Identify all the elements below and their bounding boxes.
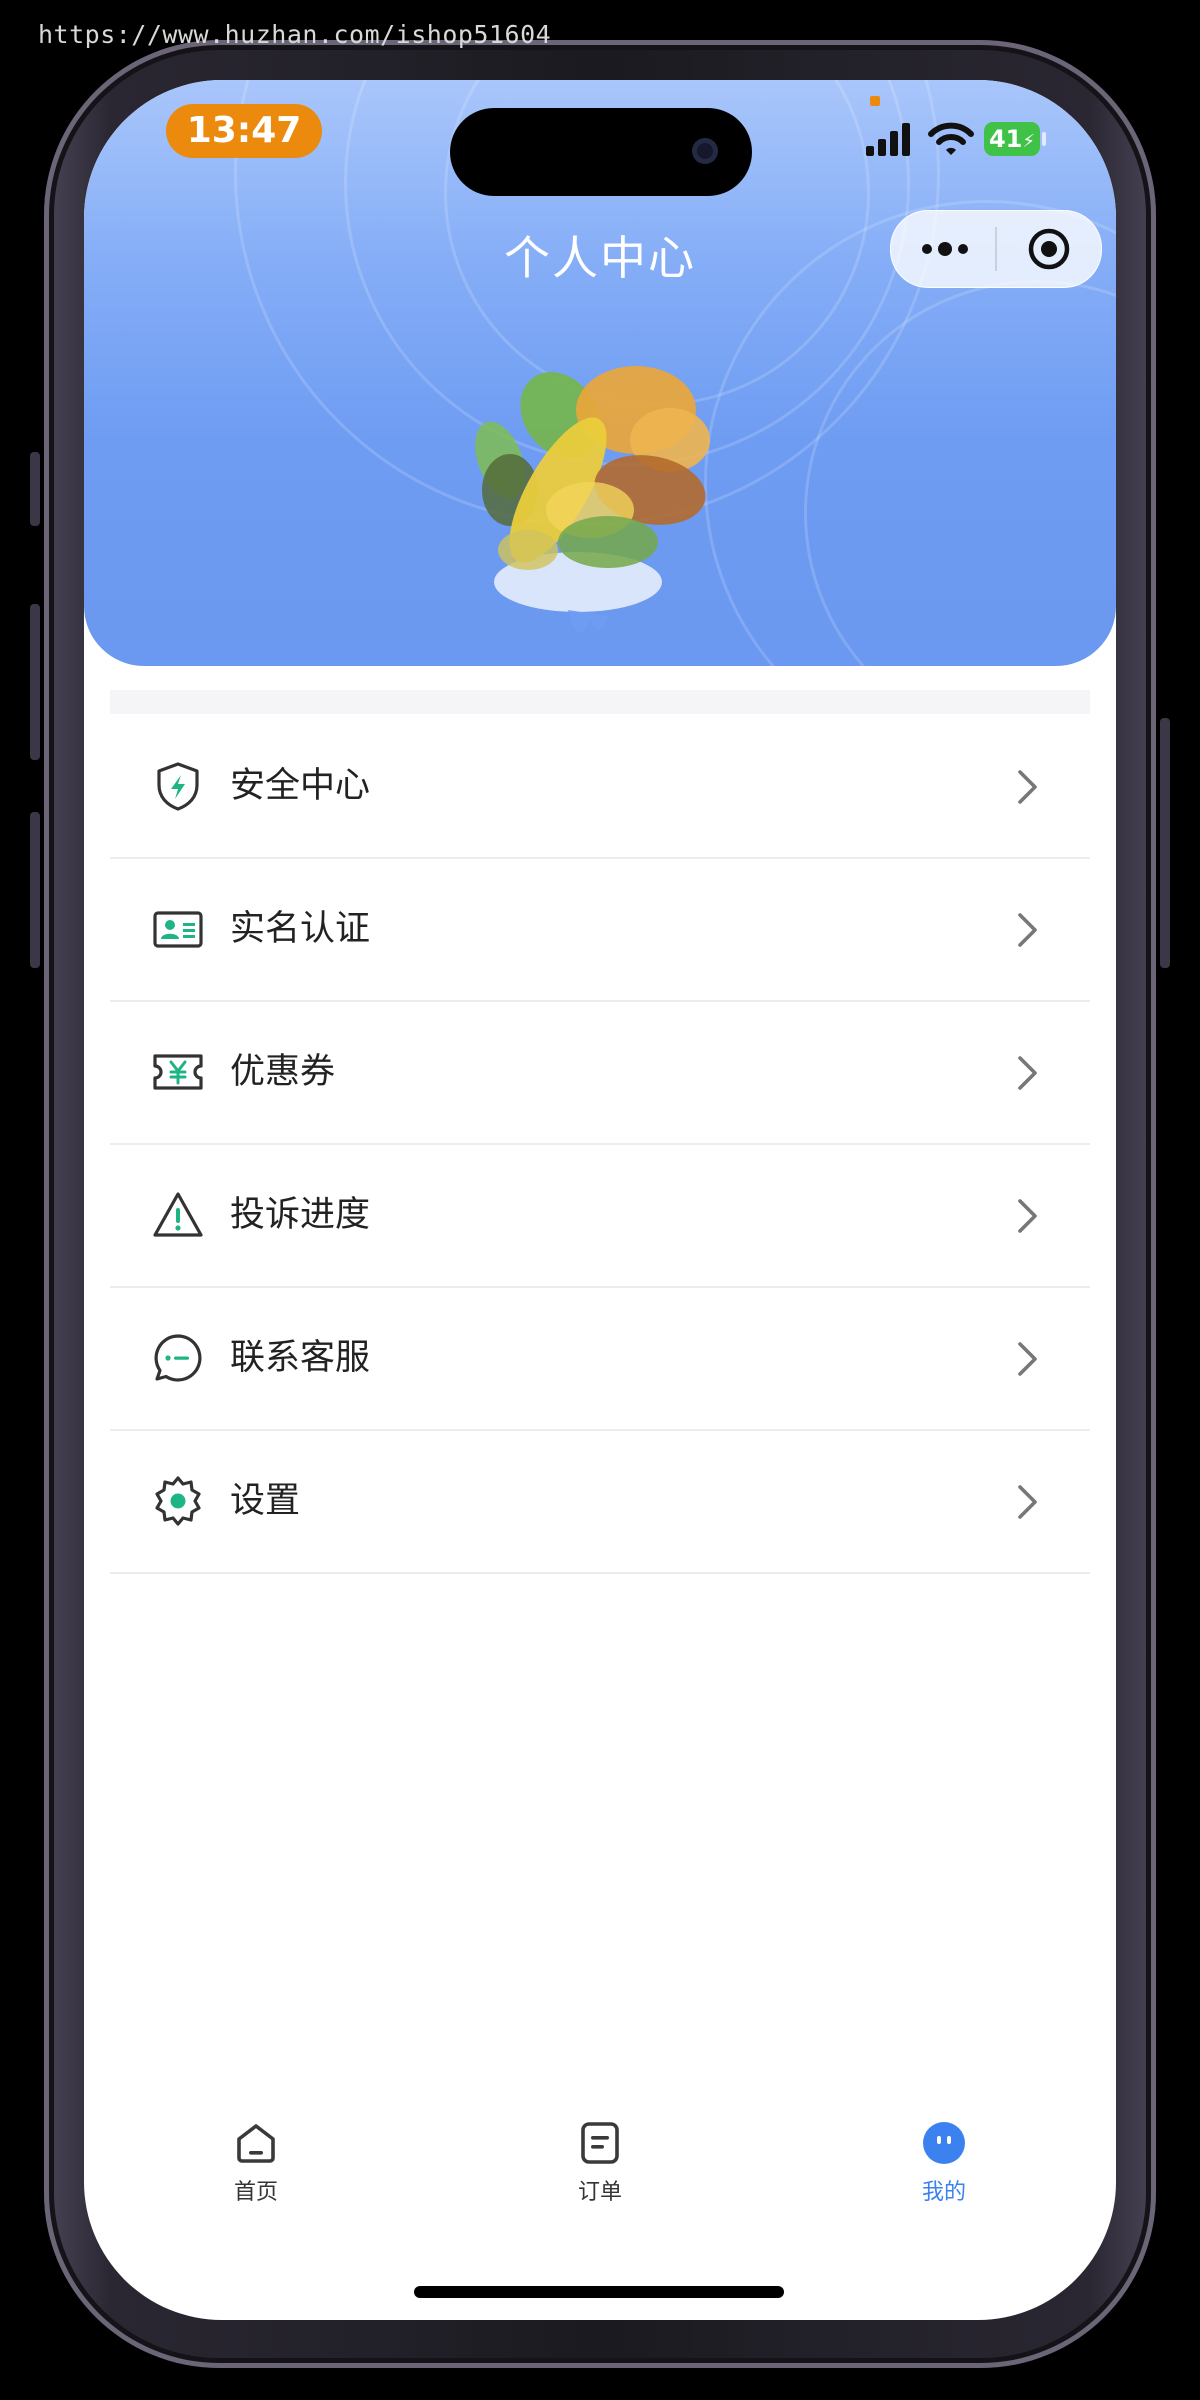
menu-item-label: 联系客服 bbox=[230, 1338, 371, 1378]
chevron-right-icon bbox=[1018, 1485, 1037, 1519]
app-screen: 13:47 41⚡ 个人中心 安全中心 实名认证 优惠券 投诉进度 联系客服 设… bbox=[84, 80, 1116, 2320]
tab-home[interactable]: 首页 bbox=[156, 2120, 356, 2240]
menu-item-label: 实名认证 bbox=[230, 909, 371, 949]
order-icon bbox=[581, 2122, 619, 2164]
id-card-icon bbox=[153, 911, 203, 948]
dynamic-island bbox=[450, 108, 752, 196]
battery-tip bbox=[1042, 132, 1046, 146]
tab-orders[interactable]: 订单 bbox=[500, 2120, 700, 2240]
menu-item-label: 安全中心 bbox=[230, 766, 371, 806]
menu-item-coupons[interactable]: 优惠券 bbox=[110, 1002, 1090, 1145]
menu-item-security-center[interactable]: 安全中心 bbox=[110, 716, 1090, 859]
tab-label: 订单 bbox=[577, 2180, 622, 2205]
menu-list: 安全中心 实名认证 优惠券 投诉进度 联系客服 设置 bbox=[110, 716, 1090, 1574]
front-camera bbox=[692, 138, 718, 164]
chevron-right-icon bbox=[1018, 1342, 1037, 1376]
menu-item-complaint-progress[interactable]: 投诉进度 bbox=[110, 1145, 1090, 1288]
chevron-right-icon bbox=[1018, 913, 1037, 947]
action-button bbox=[30, 452, 40, 526]
mic-indicator-dot bbox=[870, 96, 880, 106]
menu-item-label: 投诉进度 bbox=[230, 1195, 371, 1235]
menu-item-label: 设置 bbox=[230, 1481, 301, 1521]
warning-triangle-icon bbox=[153, 1192, 203, 1237]
menu-item-contact-support[interactable]: 联系客服 bbox=[110, 1288, 1090, 1431]
chevron-right-icon bbox=[1018, 1199, 1037, 1233]
cellular-signal-icon bbox=[866, 123, 910, 156]
home-icon bbox=[237, 2124, 275, 2163]
tab-label: 首页 bbox=[233, 2180, 278, 2205]
settings-gear-icon bbox=[155, 1476, 201, 1526]
coupon-yen-icon bbox=[153, 1054, 203, 1090]
chevron-right-icon bbox=[1018, 1056, 1037, 1090]
chevron-right-icon bbox=[1018, 770, 1037, 804]
volume-up-button bbox=[30, 604, 40, 760]
menu-item-settings[interactable]: 设置 bbox=[110, 1431, 1090, 1574]
shield-bolt-icon bbox=[157, 762, 199, 811]
chat-bubble-icon bbox=[154, 1334, 202, 1382]
avatar[interactable] bbox=[440, 320, 760, 720]
power-button bbox=[1160, 718, 1170, 968]
menu-item-label: 优惠券 bbox=[230, 1052, 336, 1092]
wifi-icon bbox=[928, 122, 974, 155]
home-indicator[interactable] bbox=[414, 2286, 784, 2298]
watermark-url: https://www.huzhan.com/ishop51604 bbox=[38, 20, 552, 49]
battery-charging-icon: 41⚡ bbox=[984, 122, 1040, 156]
battery-level: 41 bbox=[988, 125, 1023, 153]
menu-item-real-name-verification[interactable]: 实名认证 bbox=[110, 859, 1090, 1002]
page-title: 个人中心 bbox=[504, 231, 696, 285]
tab-label: 我的 bbox=[921, 2180, 966, 2205]
tab-mine[interactable]: 我的 bbox=[844, 2120, 1044, 2240]
profile-face-icon bbox=[923, 2122, 965, 2164]
status-time: 13:47 bbox=[166, 104, 322, 158]
bottom-tab-bar: 首页 订单 我的 bbox=[84, 2120, 1116, 2240]
volume-down-button bbox=[30, 812, 40, 968]
